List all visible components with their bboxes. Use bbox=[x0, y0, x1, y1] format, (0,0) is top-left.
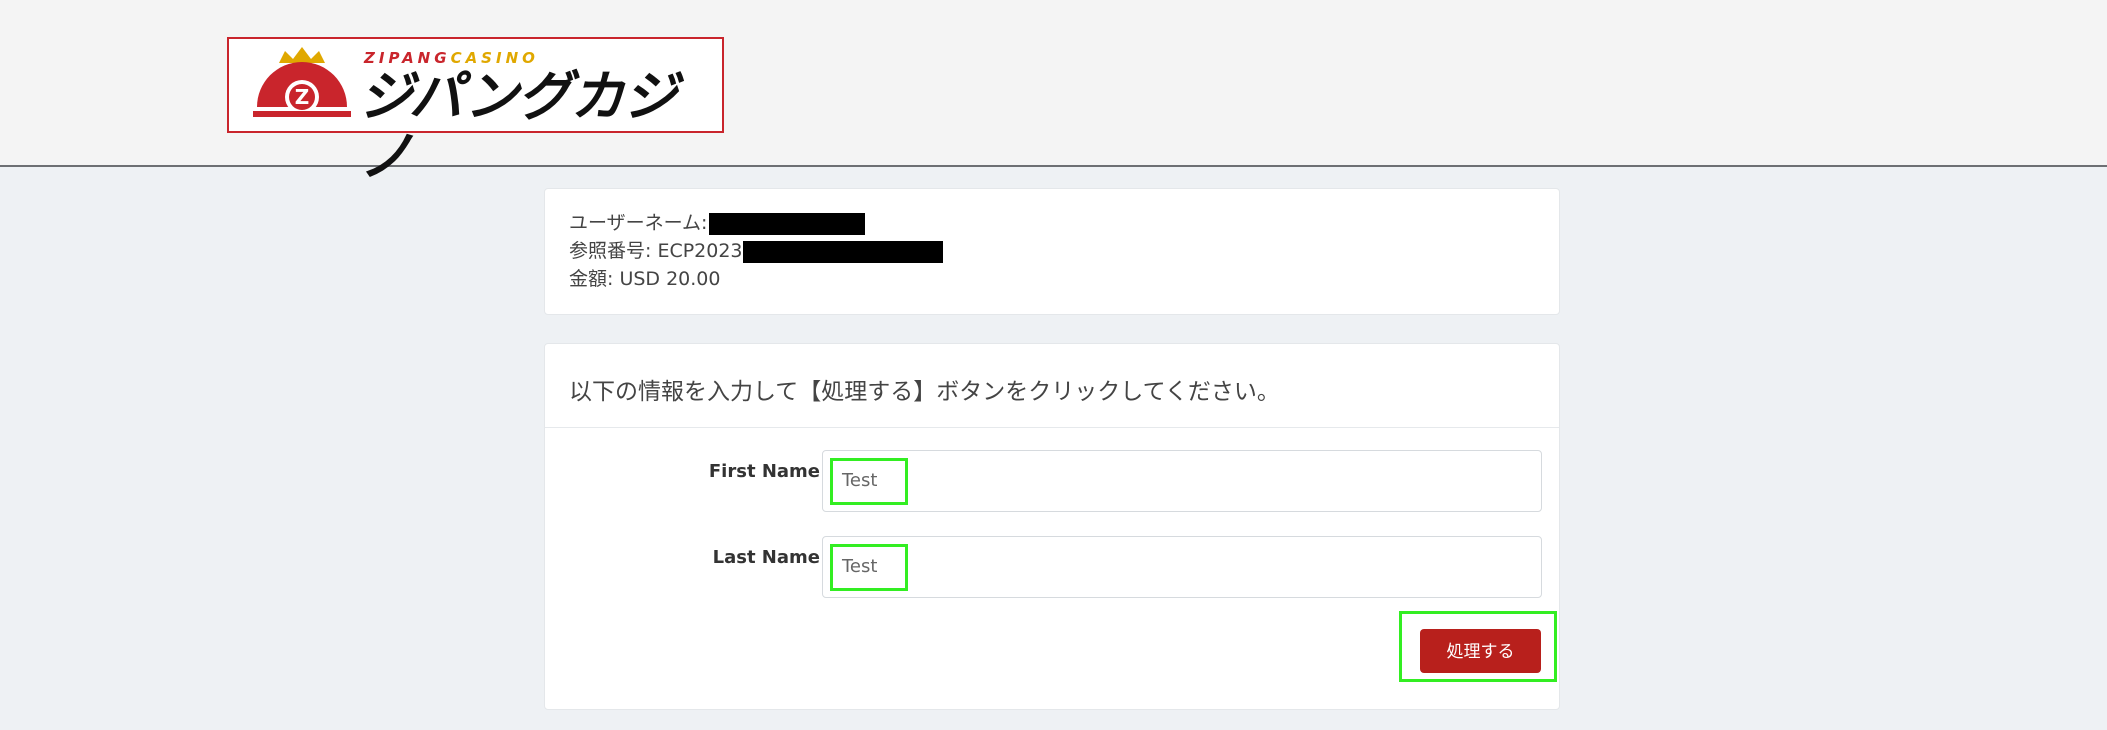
username-label: ユーザーネーム: bbox=[569, 212, 708, 234]
transaction-info-card: ユーザーネーム: 参照番号: ECP2023 金額: USD 20.00 bbox=[544, 188, 1560, 315]
first-name-highlight bbox=[830, 458, 908, 505]
reference-row: 参照番号: ECP2023 bbox=[569, 239, 943, 263]
first-name-label: First Name bbox=[708, 461, 820, 482]
username-row: ユーザーネーム: bbox=[569, 211, 866, 235]
amount-value: : USD 20.00 bbox=[607, 268, 721, 290]
payment-form-card: 以下の情報を入力して【処理する】ボタンをクリックしてください。 First Na… bbox=[544, 343, 1560, 710]
zipang-casino-logo[interactable]: Z ZIPANGCASINO ジパングカジノ bbox=[227, 37, 724, 187]
last-name-label: Last Name bbox=[712, 547, 820, 568]
process-button[interactable]: 処理する bbox=[1420, 629, 1541, 673]
last-name-highlight bbox=[830, 544, 908, 591]
reference-redaction bbox=[742, 240, 943, 263]
svg-text:Z: Z bbox=[295, 85, 310, 109]
first-name-input[interactable]: Test bbox=[822, 450, 1542, 512]
reference-label: 参照番号: ECP2023 bbox=[569, 240, 743, 262]
logo-japanese-text: ジパングカジノ bbox=[359, 65, 677, 188]
form-header: 以下の情報を入力して【処理する】ボタンをクリックしてください。 bbox=[545, 344, 1559, 428]
username-redaction bbox=[709, 212, 866, 235]
amount-row: 金額: USD 20.00 bbox=[569, 267, 721, 291]
site-header: Z ZIPANGCASINO ジパングカジノ bbox=[0, 0, 2107, 187]
form-instruction: 以下の情報を入力して【処理する】ボタンをクリックしてください。 bbox=[569, 379, 1280, 405]
amount-label: 金額 bbox=[569, 268, 608, 290]
casino-emblem-icon: Z bbox=[253, 47, 351, 117]
last-name-input[interactable]: Test bbox=[822, 536, 1542, 598]
